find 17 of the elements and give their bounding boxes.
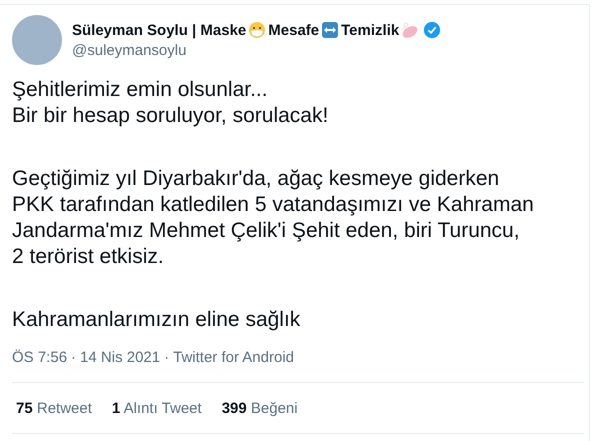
tweet-text: Şehitlerimiz emin olsunlar... Bir bir hesap soruluyor, sorulacak! [12,77,330,129]
stat-link[interactable]: 399 Beğeni [222,400,298,416]
tweet-text: Geçtiğimiz yıl Diyarbakır'da, ağaç kesmeye giderken PKK tarafından katledilen 5 vatandaşımızı ve Kahraman Jandarma'mız Mehmet Çelik'i Şehit eden, biri Turuncu, 2 terörist etkisiz. [12,166,535,270]
face-mask-emoji-icon [248,21,266,39]
user-handle[interactable]: @suleymansoylu [72,42,442,59]
avatar[interactable] [12,15,62,65]
left-right-arrow-emoji-icon [321,21,340,39]
tweet-text: Kahramanlarımızın eline sağlık [12,307,302,333]
tweet-source-link[interactable]: Twitter for Android [173,349,294,366]
stat-link[interactable]: 1 Alıntı Tweet [112,400,202,416]
separator-dot: · [71,349,76,366]
stat-link[interactable]: 75 Retweet [16,400,92,416]
tweet-date[interactable]: 14 Nis 2021 [80,349,160,366]
user-name[interactable]: Süleyman Soylu | Maske Mesafe Temizlik [72,21,420,39]
separator-dot: · [164,349,170,366]
soap-emoji-icon [401,21,420,39]
tweet-time[interactable]: ÖS 7:56 [12,349,68,366]
